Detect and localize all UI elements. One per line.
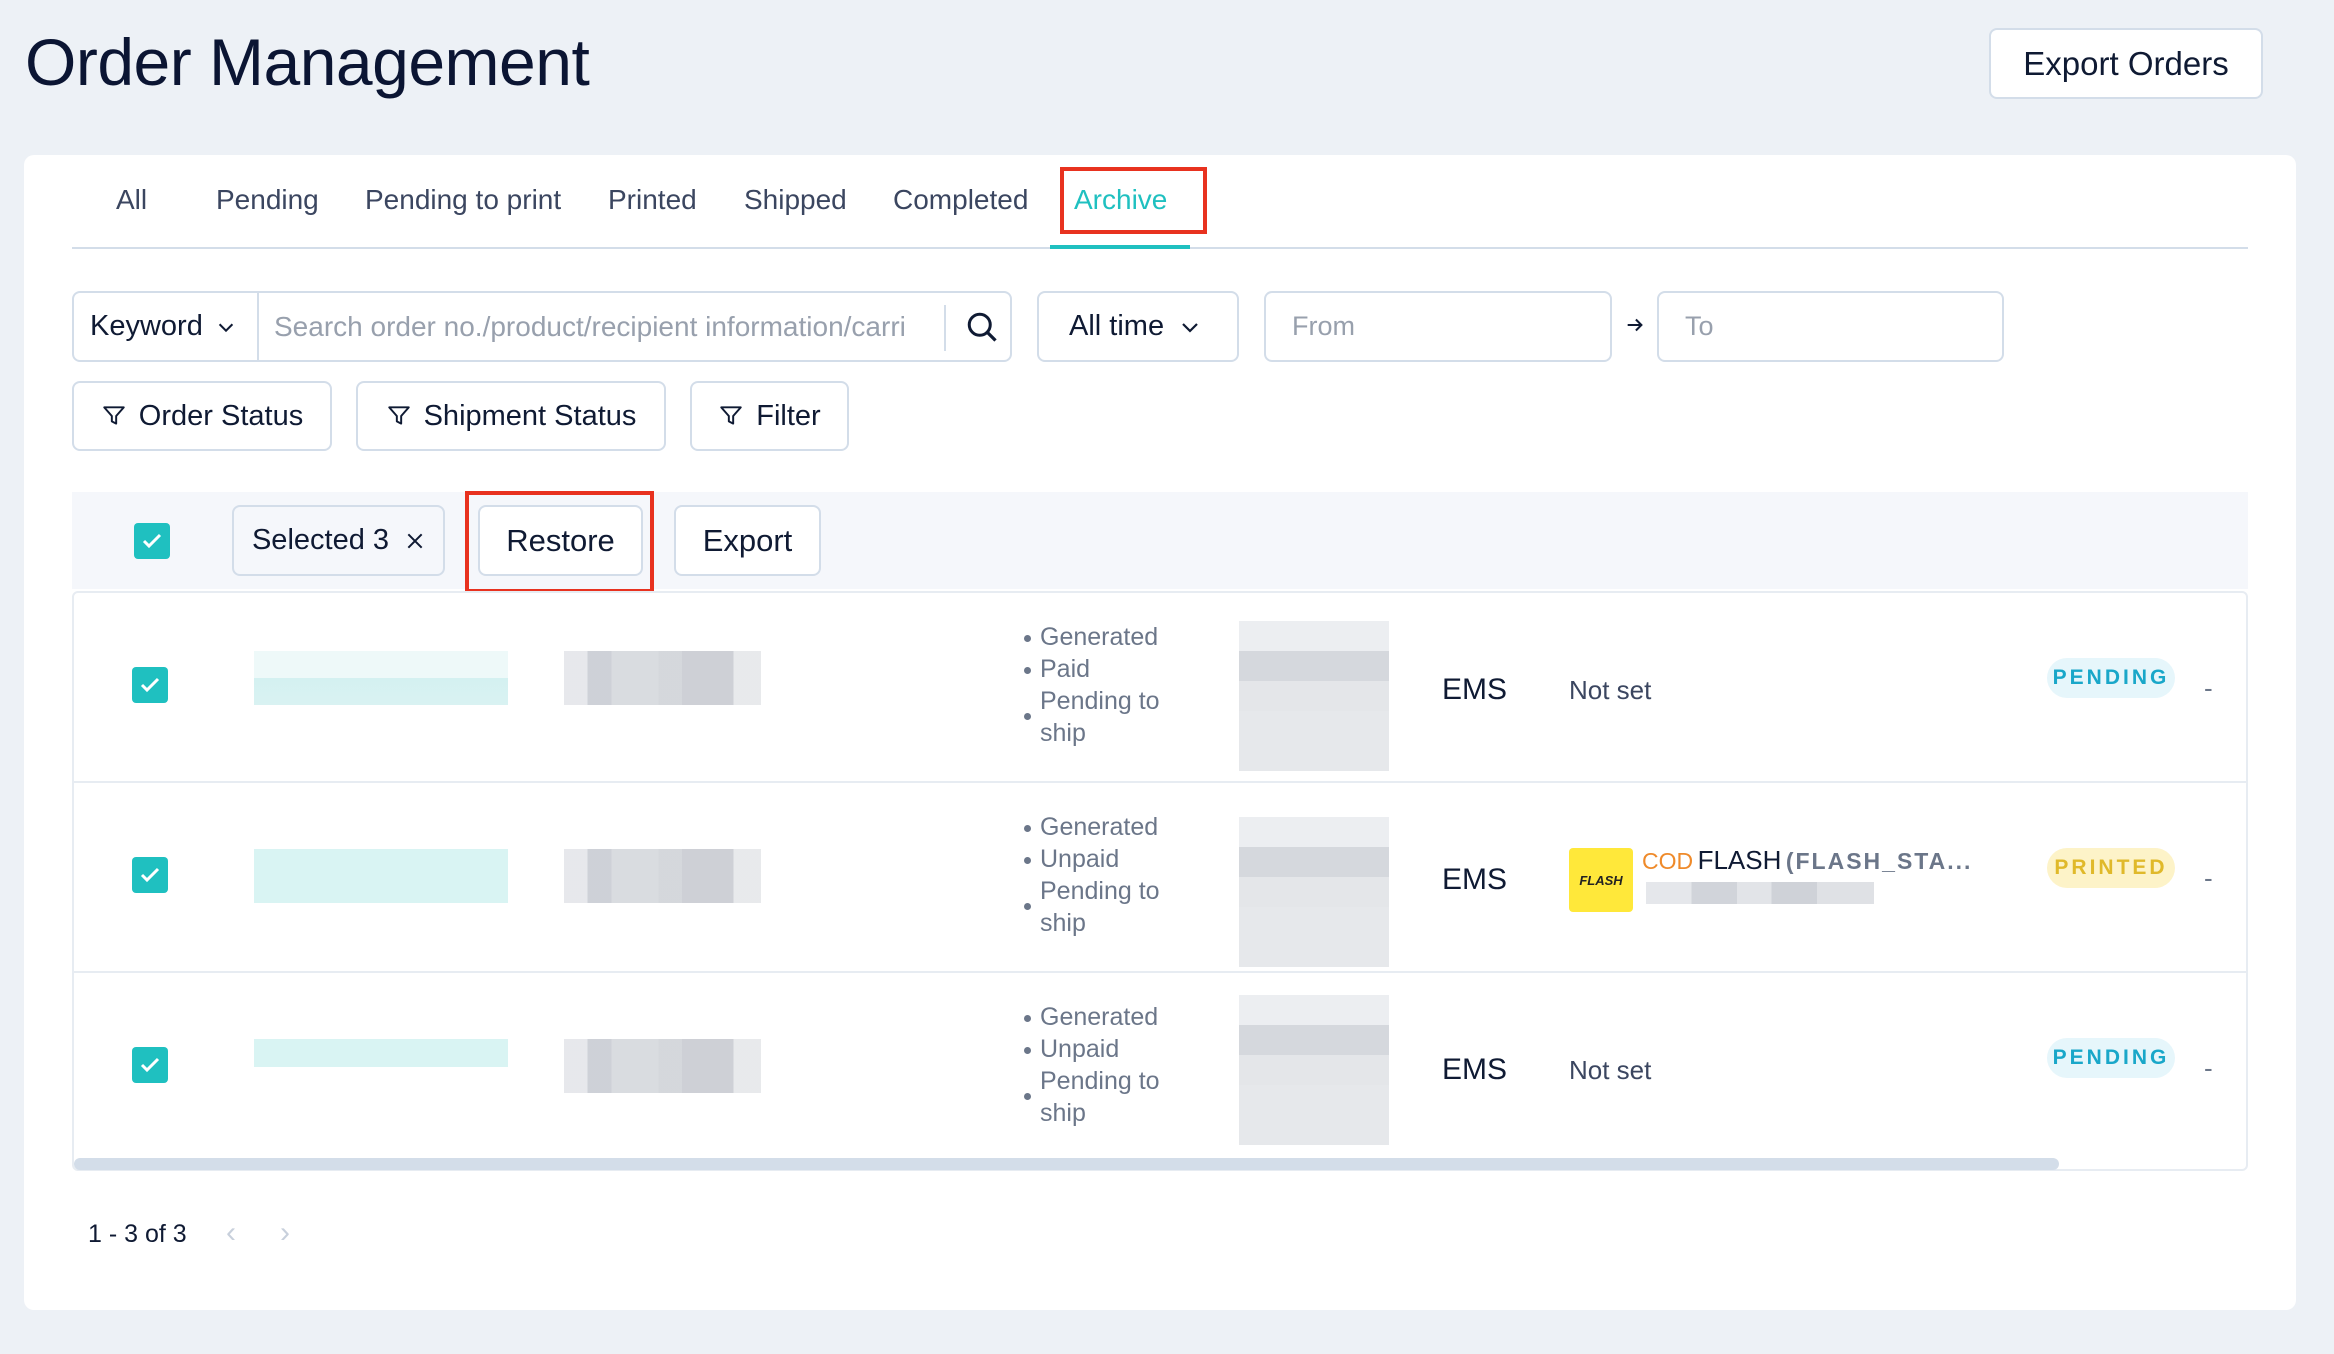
carrier-name: EMS (1442, 673, 1508, 706)
actions-placeholder: - (2204, 1053, 2213, 1083)
actions-placeholder: - (2204, 863, 2213, 893)
status-item: Unpaid (1022, 1033, 1162, 1065)
status-item: Pending to ship (1022, 685, 1162, 749)
logistics-code: (FLASH_STA... (1785, 848, 1973, 874)
checkmark-icon (140, 677, 160, 693)
prev-page-icon[interactable]: ‹ (226, 1216, 236, 1250)
highlight-restore-button (465, 491, 654, 593)
export-orders-button[interactable]: Export Orders (1989, 28, 2263, 99)
carrier-name: EMS (1442, 1053, 1508, 1086)
logistics-name: FLASH (1697, 845, 1782, 875)
status-item: Generated (1022, 621, 1162, 653)
keyword-type-select[interactable]: Keyword (74, 293, 259, 360)
tab-printed[interactable]: Printed (608, 184, 697, 216)
status-item: Paid (1022, 653, 1162, 685)
shipment-status-filter-button[interactable]: Shipment Status (356, 381, 666, 451)
status-badge: PRINTED (2047, 848, 2175, 888)
status-item: Pending to ship (1022, 1065, 1162, 1129)
actions-placeholder: - (2204, 673, 2213, 703)
recipient-redacted (1239, 621, 1389, 771)
selected-count-chip: Selected 3 (232, 505, 445, 576)
status-badge: PENDING (2047, 658, 2175, 698)
recipient-redacted (1239, 995, 1389, 1145)
product-redacted (564, 849, 761, 903)
chevron-down-icon (1182, 322, 1198, 333)
tab-pending-to-print[interactable]: Pending to print (365, 184, 561, 216)
next-page-icon[interactable]: › (280, 1216, 290, 1250)
status-item: Unpaid (1022, 843, 1162, 875)
table-row[interactable]: Generated Unpaid Pending to ship EMS FLA… (74, 783, 2246, 973)
tab-completed[interactable]: Completed (893, 184, 1028, 216)
row-checkbox[interactable] (132, 1047, 168, 1083)
status-badge: PENDING (2047, 1038, 2175, 1078)
shipment-status-label: Shipment Status (423, 399, 637, 432)
date-to-field (1657, 291, 2004, 362)
checkmark-icon (142, 533, 162, 549)
order-status-list: Generated Paid Pending to ship (1022, 621, 1162, 749)
order-number-redacted (254, 849, 508, 903)
selected-count-label: Selected 3 (251, 524, 390, 556)
arrow-right-icon (1627, 318, 1643, 332)
status-item: Pending to ship (1022, 875, 1162, 939)
date-to-input[interactable] (1659, 293, 2002, 360)
keyword-search-group: Keyword (72, 291, 1012, 362)
flash-express-logo: FLASH (1569, 848, 1633, 912)
checkmark-icon (140, 1057, 160, 1073)
logistics-value: Not set (1569, 1055, 1652, 1085)
search-input[interactable] (274, 293, 1009, 360)
logistics-value: Not set (1569, 675, 1652, 705)
page-title: Order Management (25, 25, 590, 99)
order-number-redacted (254, 651, 508, 705)
highlight-archive-tab (1060, 167, 1207, 234)
filter-icon (720, 406, 742, 425)
filter-button[interactable]: Filter (690, 381, 849, 451)
date-from-field (1264, 291, 1612, 362)
chevron-down-icon (218, 323, 233, 332)
status-item: Generated (1022, 811, 1162, 843)
order-number-redacted (254, 1039, 508, 1067)
tab-shipped[interactable]: Shipped (744, 184, 847, 216)
orders-table: Generated Paid Pending to ship EMS Not s… (72, 591, 2248, 1171)
time-range-label: All time (1069, 310, 1165, 342)
recipient-redacted (1239, 817, 1389, 967)
logistics-provider: COD FLASH (FLASH_STA... (1642, 845, 1972, 876)
tab-all[interactable]: All (116, 184, 147, 216)
status-item: Generated (1022, 1001, 1162, 1033)
order-status-list: Generated Unpaid Pending to ship (1022, 1001, 1162, 1129)
filter-icon (103, 406, 125, 425)
pagination-range: 1 - 3 of 3 (88, 1220, 187, 1248)
date-from-input[interactable] (1266, 293, 1610, 360)
export-button[interactable]: Export (674, 505, 821, 576)
product-redacted (564, 651, 761, 705)
filter-label: Filter (756, 399, 821, 432)
row-checkbox[interactable] (132, 857, 168, 893)
order-status-list: Generated Unpaid Pending to ship (1022, 811, 1162, 939)
select-all-checkbox[interactable] (134, 523, 170, 559)
active-tab-indicator (1050, 245, 1190, 249)
checkmark-icon (140, 867, 160, 883)
product-redacted (564, 1039, 761, 1093)
tracking-number-redacted (1646, 882, 1874, 904)
table-row[interactable]: Generated Paid Pending to ship EMS Not s… (74, 593, 2246, 783)
carrier-name: EMS (1442, 863, 1508, 896)
keyword-select-label: Keyword (90, 310, 203, 342)
table-row[interactable]: Generated Unpaid Pending to ship EMS Not… (74, 973, 2246, 1163)
horizontal-scrollbar[interactable] (74, 1158, 2059, 1170)
search-divider (944, 305, 946, 351)
tab-pending[interactable]: Pending (216, 184, 319, 216)
order-status-filter-button[interactable]: Order Status (72, 381, 332, 451)
row-checkbox[interactable] (132, 667, 168, 703)
close-icon[interactable] (405, 531, 425, 551)
order-status-label: Order Status (138, 399, 304, 432)
cod-tag: COD (1642, 848, 1694, 874)
search-icon[interactable] (964, 309, 1000, 345)
filter-icon (387, 406, 410, 425)
time-range-select[interactable]: All time (1037, 291, 1239, 362)
